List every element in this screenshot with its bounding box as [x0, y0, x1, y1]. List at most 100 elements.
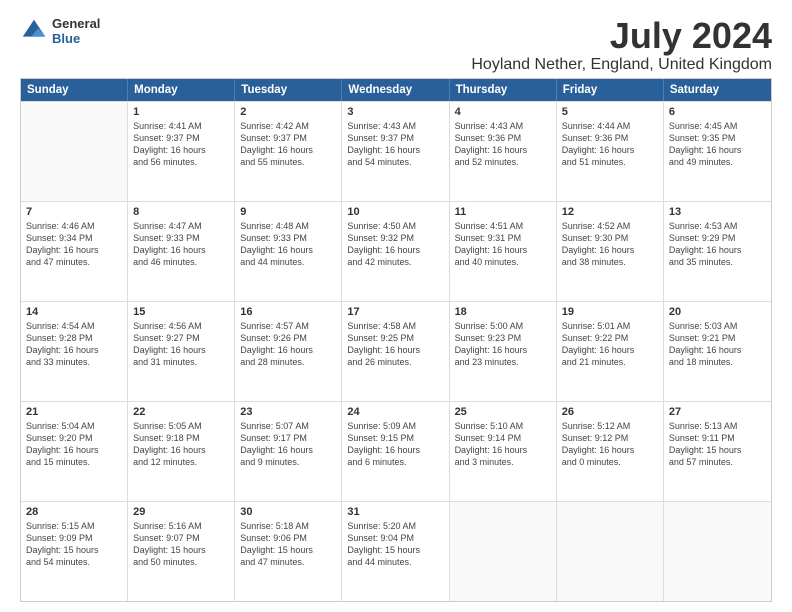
calendar-cell: 21Sunrise: 5:04 AMSunset: 9:20 PMDayligh…	[21, 402, 128, 501]
cell-line: Daylight: 16 hours	[347, 244, 443, 256]
day-number: 17	[347, 306, 443, 318]
calendar-cell: 13Sunrise: 4:53 AMSunset: 9:29 PMDayligh…	[664, 202, 771, 301]
cell-line: Daylight: 15 hours	[669, 444, 766, 456]
cell-line: Sunset: 9:27 PM	[133, 332, 229, 344]
cell-line: Sunrise: 4:52 AM	[562, 220, 658, 232]
cell-line: Daylight: 16 hours	[240, 244, 336, 256]
calendar-header-cell: Monday	[128, 79, 235, 101]
calendar: SundayMondayTuesdayWednesdayThursdayFrid…	[20, 78, 772, 602]
cell-line: Sunset: 9:20 PM	[26, 432, 122, 444]
cell-line: Daylight: 16 hours	[26, 444, 122, 456]
day-number: 13	[669, 206, 766, 218]
cell-line: Sunrise: 5:09 AM	[347, 420, 443, 432]
cell-line: and 31 minutes.	[133, 356, 229, 368]
day-number: 5	[562, 106, 658, 118]
cell-line: Daylight: 15 hours	[26, 544, 122, 556]
cell-line: Sunset: 9:37 PM	[240, 132, 336, 144]
cell-line: Sunset: 9:07 PM	[133, 532, 229, 544]
logo-line1: General	[52, 16, 100, 31]
cell-line: Sunrise: 4:48 AM	[240, 220, 336, 232]
cell-line: and 47 minutes.	[26, 256, 122, 268]
cell-line: and 40 minutes.	[455, 256, 551, 268]
cell-line: and 35 minutes.	[669, 256, 766, 268]
day-number: 18	[455, 306, 551, 318]
cell-line: Daylight: 16 hours	[133, 244, 229, 256]
cell-line: Sunrise: 4:54 AM	[26, 320, 122, 332]
cell-line: Sunrise: 5:00 AM	[455, 320, 551, 332]
cell-line: Sunset: 9:33 PM	[240, 232, 336, 244]
cell-line: Sunset: 9:09 PM	[26, 532, 122, 544]
calendar-week: 1Sunrise: 4:41 AMSunset: 9:37 PMDaylight…	[21, 101, 771, 201]
cell-line: Sunrise: 5:20 AM	[347, 520, 443, 532]
cell-line: and 15 minutes.	[26, 456, 122, 468]
calendar-header-cell: Thursday	[450, 79, 557, 101]
cell-line: Sunrise: 5:13 AM	[669, 420, 766, 432]
cell-line: and 57 minutes.	[669, 456, 766, 468]
cell-line: Sunset: 9:15 PM	[347, 432, 443, 444]
calendar-cell	[450, 502, 557, 601]
cell-line: and 50 minutes.	[133, 556, 229, 568]
cell-line: Sunrise: 4:41 AM	[133, 120, 229, 132]
cell-line: Sunrise: 4:42 AM	[240, 120, 336, 132]
calendar-cell: 31Sunrise: 5:20 AMSunset: 9:04 PMDayligh…	[342, 502, 449, 601]
cell-line: Sunrise: 5:01 AM	[562, 320, 658, 332]
cell-line: Sunrise: 4:44 AM	[562, 120, 658, 132]
cell-line: Sunset: 9:23 PM	[455, 332, 551, 344]
calendar-cell	[664, 502, 771, 601]
page: General Blue July 2024 Hoyland Nether, E…	[0, 0, 792, 612]
cell-line: Daylight: 16 hours	[455, 344, 551, 356]
cell-line: Sunrise: 4:47 AM	[133, 220, 229, 232]
day-number: 9	[240, 206, 336, 218]
cell-line: and 51 minutes.	[562, 156, 658, 168]
cell-line: Daylight: 15 hours	[240, 544, 336, 556]
calendar-cell: 8Sunrise: 4:47 AMSunset: 9:33 PMDaylight…	[128, 202, 235, 301]
cell-line: and 3 minutes.	[455, 456, 551, 468]
cell-line: and 28 minutes.	[240, 356, 336, 368]
cell-line: Sunrise: 5:03 AM	[669, 320, 766, 332]
cell-line: Daylight: 16 hours	[669, 144, 766, 156]
cell-line: Daylight: 16 hours	[669, 344, 766, 356]
cell-line: and 44 minutes.	[347, 556, 443, 568]
day-number: 26	[562, 406, 658, 418]
cell-line: Sunset: 9:33 PM	[133, 232, 229, 244]
cell-line: Sunrise: 5:05 AM	[133, 420, 229, 432]
cell-line: Sunset: 9:17 PM	[240, 432, 336, 444]
cell-line: Daylight: 16 hours	[240, 444, 336, 456]
title-block: July 2024 Hoyland Nether, England, Unite…	[471, 16, 772, 74]
day-number: 6	[669, 106, 766, 118]
cell-line: Sunset: 9:11 PM	[669, 432, 766, 444]
subtitle: Hoyland Nether, England, United Kingdom	[471, 56, 772, 74]
calendar-cell: 10Sunrise: 4:50 AMSunset: 9:32 PMDayligh…	[342, 202, 449, 301]
cell-line: and 12 minutes.	[133, 456, 229, 468]
cell-line: Daylight: 16 hours	[669, 244, 766, 256]
logo: General Blue	[20, 16, 100, 46]
cell-line: and 33 minutes.	[26, 356, 122, 368]
cell-line: Sunrise: 4:51 AM	[455, 220, 551, 232]
cell-line: Sunrise: 5:15 AM	[26, 520, 122, 532]
calendar-cell: 3Sunrise: 4:43 AMSunset: 9:37 PMDaylight…	[342, 102, 449, 201]
day-number: 14	[26, 306, 122, 318]
cell-line: Sunrise: 4:43 AM	[347, 120, 443, 132]
cell-line: Sunset: 9:14 PM	[455, 432, 551, 444]
calendar-cell: 9 Sunrise: 4:48 AMSunset: 9:33 PMDaylight…	[235, 202, 342, 301]
cell-line: Daylight: 16 hours	[562, 444, 658, 456]
cell-line: and 55 minutes.	[240, 156, 336, 168]
cell-line: Sunset: 9:12 PM	[562, 432, 658, 444]
cell-line: Sunrise: 5:18 AM	[240, 520, 336, 532]
calendar-cell: 24Sunrise: 5:09 AMSunset: 9:15 PMDayligh…	[342, 402, 449, 501]
calendar-header-cell: Friday	[557, 79, 664, 101]
day-number: 16	[240, 306, 336, 318]
calendar-cell: 16Sunrise: 4:57 AMSunset: 9:26 PMDayligh…	[235, 302, 342, 401]
cell-line: and 56 minutes.	[133, 156, 229, 168]
day-number: 28	[26, 506, 122, 518]
calendar-cell: 4Sunrise: 4:43 AMSunset: 9:36 PMDaylight…	[450, 102, 557, 201]
cell-line: Sunset: 9:26 PM	[240, 332, 336, 344]
cell-line: Sunset: 9:18 PM	[133, 432, 229, 444]
cell-line: Sunrise: 5:16 AM	[133, 520, 229, 532]
header: General Blue July 2024 Hoyland Nether, E…	[20, 16, 772, 74]
calendar-cell: 28 Sunrise: 5:15 AMSunset: 9:09 PMDayligh…	[21, 502, 128, 601]
cell-line: Sunset: 9:34 PM	[26, 232, 122, 244]
calendar-cell: 27Sunrise: 5:13 AMSunset: 9:11 PMDayligh…	[664, 402, 771, 501]
cell-line: Sunset: 9:04 PM	[347, 532, 443, 544]
cell-line: and 46 minutes.	[133, 256, 229, 268]
